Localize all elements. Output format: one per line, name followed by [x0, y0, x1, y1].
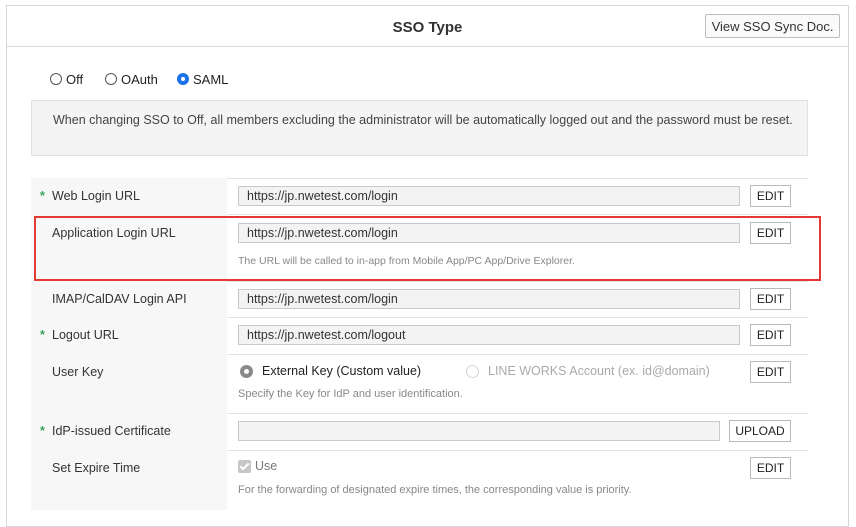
web-login-url-edit-button[interactable]: EDIT: [750, 185, 791, 207]
required-marker: *: [40, 424, 45, 438]
table-row-web-login-url: * Web Login URL https://jp.nwetest.com/l…: [31, 178, 808, 215]
sso-type-saml-radio[interactable]: SAML: [177, 72, 233, 90]
radio-label: Off: [66, 72, 84, 87]
row-label-cell: * Logout URL: [31, 317, 227, 354]
set-expire-time-label: Set Expire Time: [52, 461, 141, 475]
view-sso-sync-doc-button[interactable]: View SSO Sync Doc.: [705, 14, 840, 38]
web-login-url-field[interactable]: https://jp.nwetest.com/login: [238, 186, 740, 206]
user-key-lineworks-radio[interactable]: LINE WORKS Account (ex. id@domain): [466, 364, 711, 380]
radio-label: SAML: [193, 72, 229, 87]
row-label-cell: IMAP/CalDAV Login API: [31, 281, 227, 317]
idp-certificate-label: IdP-issued Certificate: [52, 424, 171, 438]
use-expire-checkbox[interactable]: [238, 460, 251, 473]
application-login-url-hint: The URL will be called to in-app from Mo…: [238, 255, 575, 267]
user-key-label: User Key: [52, 365, 104, 379]
row-label-cell: Application Login URL: [31, 214, 227, 281]
radio-unchecked-icon: [50, 73, 62, 85]
set-expire-time-edit-button[interactable]: EDIT: [750, 457, 791, 479]
logout-url-label: Logout URL: [52, 328, 119, 342]
required-marker: *: [40, 328, 45, 342]
user-key-hint: Specify the Key for IdP and user identif…: [238, 388, 463, 400]
idp-certificate-upload-button[interactable]: UPLOAD: [729, 420, 791, 442]
radio-disabled-icon: [466, 365, 479, 378]
radio-label: OAuth: [121, 72, 158, 87]
use-expire-label: Use: [255, 459, 278, 473]
sso-type-off-radio[interactable]: Off: [50, 72, 90, 90]
user-key-edit-button[interactable]: EDIT: [750, 361, 791, 383]
user-key-external-radio[interactable]: External Key (Custom value): [240, 364, 430, 380]
table-row-idp-certificate: * IdP-issued Certificate UPLOAD: [31, 413, 808, 451]
panel-header: SSO Type View SSO Sync Doc.: [7, 6, 848, 47]
user-key-lineworks-label: LINE WORKS Account (ex. id@domain): [488, 364, 710, 378]
imap-caldav-login-api-label: IMAP/CalDAV Login API: [52, 292, 187, 306]
row-label-cell: User Key: [31, 354, 227, 413]
table-row-imap-caldav-login-api: IMAP/CalDAV Login API https://jp.nwetest…: [31, 281, 808, 318]
table-row-set-expire-time: Set Expire Time Use EDIT For the forward…: [31, 450, 808, 510]
application-login-url-edit-button[interactable]: EDIT: [750, 222, 791, 244]
set-expire-time-hint: For the forwarding of designated expire …: [238, 484, 632, 496]
row-label-cell: * IdP-issued Certificate: [31, 413, 227, 450]
radio-checked-icon: [240, 365, 253, 378]
imap-caldav-login-api-field[interactable]: https://jp.nwetest.com/login: [238, 289, 740, 309]
user-key-external-label: External Key (Custom value): [262, 364, 422, 378]
table-row-user-key: User Key External Key (Custom value) LIN…: [31, 354, 808, 414]
sso-off-notice: When changing SSO to Off, all members ex…: [31, 100, 808, 156]
application-login-url-field[interactable]: https://jp.nwetest.com/login: [238, 223, 740, 243]
required-marker: *: [40, 189, 45, 203]
table-row-logout-url: * Logout URL https://jp.nwetest.com/logo…: [31, 317, 808, 355]
web-login-url-label: Web Login URL: [52, 189, 141, 203]
sso-type-oauth-radio[interactable]: OAuth: [105, 72, 163, 90]
application-login-url-label: Application Login URL: [52, 226, 176, 240]
imap-caldav-login-api-edit-button[interactable]: EDIT: [750, 288, 791, 310]
idp-certificate-file-field[interactable]: [238, 421, 720, 441]
radio-checked-icon: [177, 73, 189, 85]
row-label-cell: * Web Login URL: [31, 178, 227, 214]
radio-unchecked-icon: [105, 73, 117, 85]
table-row-application-login-url: Application Login URL https://jp.nwetest…: [31, 214, 808, 282]
logout-url-field[interactable]: https://jp.nwetest.com/logout: [238, 325, 740, 345]
logout-url-edit-button[interactable]: EDIT: [750, 324, 791, 346]
row-label-cell: Set Expire Time: [31, 450, 227, 510]
